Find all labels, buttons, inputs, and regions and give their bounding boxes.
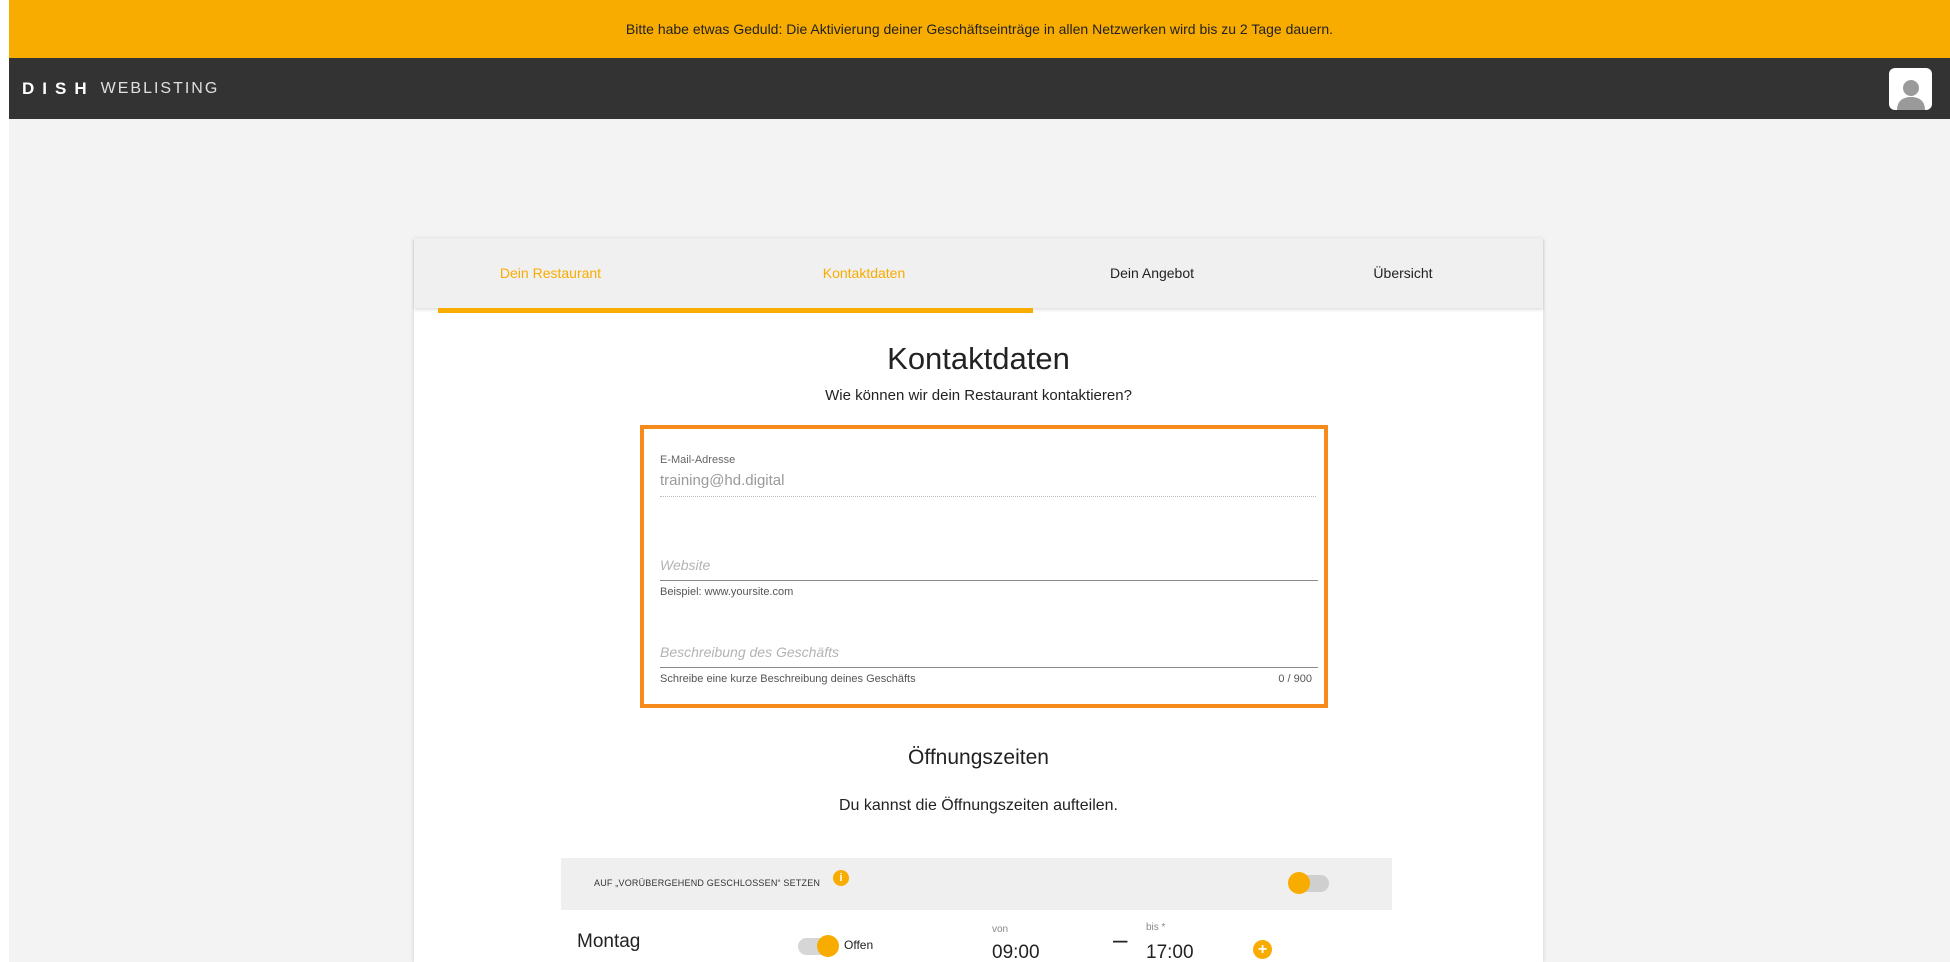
temporarily-closed-row: AUF „VORÜBERGEHEND GESCHLOSSEN“ SETZEN i xyxy=(561,858,1392,910)
top-navigation-bar: DISH WEBLISTING xyxy=(9,58,1950,119)
info-icon[interactable]: i xyxy=(833,870,849,886)
day-name: Montag xyxy=(577,931,641,952)
app-frame: Bitte habe etwas Geduld: Die Aktivierung… xyxy=(9,0,1950,962)
brand-name: DISH xyxy=(22,78,95,98)
description-underline xyxy=(660,667,1318,668)
step-progress-bar xyxy=(438,308,1033,313)
from-time-input[interactable]: 09:00 xyxy=(992,942,1040,962)
user-silhouette-icon xyxy=(1896,80,1925,110)
toggle-knob xyxy=(817,935,839,957)
step-tabs: Dein Restaurant Kontaktdaten Dein Angebo… xyxy=(414,238,1543,308)
toggle-knob xyxy=(1288,872,1310,894)
email-underline xyxy=(660,496,1316,497)
from-label: von xyxy=(992,924,1009,935)
section-subtitle: Wie können wir dein Restaurant kontaktie… xyxy=(825,387,1132,404)
to-time-input[interactable]: 17:00 xyxy=(1146,942,1194,962)
temporarily-closed-toggle[interactable] xyxy=(1288,872,1329,894)
tab-kontaktdaten[interactable]: Kontaktdaten xyxy=(687,238,1041,308)
tab-uebersicht[interactable]: Übersicht xyxy=(1263,238,1543,308)
hours-subtitle: Du kannst die Öffnungszeiten aufteilen. xyxy=(839,797,1118,814)
to-label: bis * xyxy=(1146,922,1166,933)
hours-title: Öffnungszeiten xyxy=(908,746,1049,769)
website-underline xyxy=(660,580,1318,581)
brand-product: WEBLISTING xyxy=(100,79,220,97)
contact-fields-highlight: E-Mail-Adresse training@hd.digital Websi… xyxy=(640,425,1328,708)
brand-logo[interactable]: DISH WEBLISTING xyxy=(22,79,219,99)
description-hint: Schreibe eine kurze Beschreibung deines … xyxy=(660,673,916,685)
day-open-label: Offen xyxy=(844,938,874,952)
temporarily-closed-label: AUF „VORÜBERGEHEND GESCHLOSSEN“ SETZEN xyxy=(594,878,821,888)
time-range-dash: – xyxy=(1113,924,1128,954)
description-counter: 0 / 900 xyxy=(1278,673,1312,685)
tab-dein-angebot[interactable]: Dein Angebot xyxy=(1041,238,1263,308)
activation-banner: Bitte habe etwas Geduld: Die Aktivierung… xyxy=(9,0,1950,58)
website-hint: Beispiel: www.yoursite.com xyxy=(660,586,794,598)
onboarding-card: Dein Restaurant Kontaktdaten Dein Angebo… xyxy=(414,238,1543,962)
email-field[interactable]: training@hd.digital xyxy=(660,472,784,489)
section-title: Kontaktdaten xyxy=(887,341,1070,376)
user-avatar-icon[interactable] xyxy=(1889,68,1932,110)
email-label: E-Mail-Adresse xyxy=(660,454,736,466)
website-input[interactable]: Website xyxy=(660,557,710,573)
tab-dein-restaurant[interactable]: Dein Restaurant xyxy=(414,238,687,308)
banner-text: Bitte habe etwas Geduld: Die Aktivierung… xyxy=(625,21,1334,37)
description-input[interactable]: Beschreibung des Geschäfts xyxy=(660,644,839,660)
day-open-toggle[interactable] xyxy=(798,935,839,957)
plus-circle-icon[interactable]: + xyxy=(1253,940,1272,959)
